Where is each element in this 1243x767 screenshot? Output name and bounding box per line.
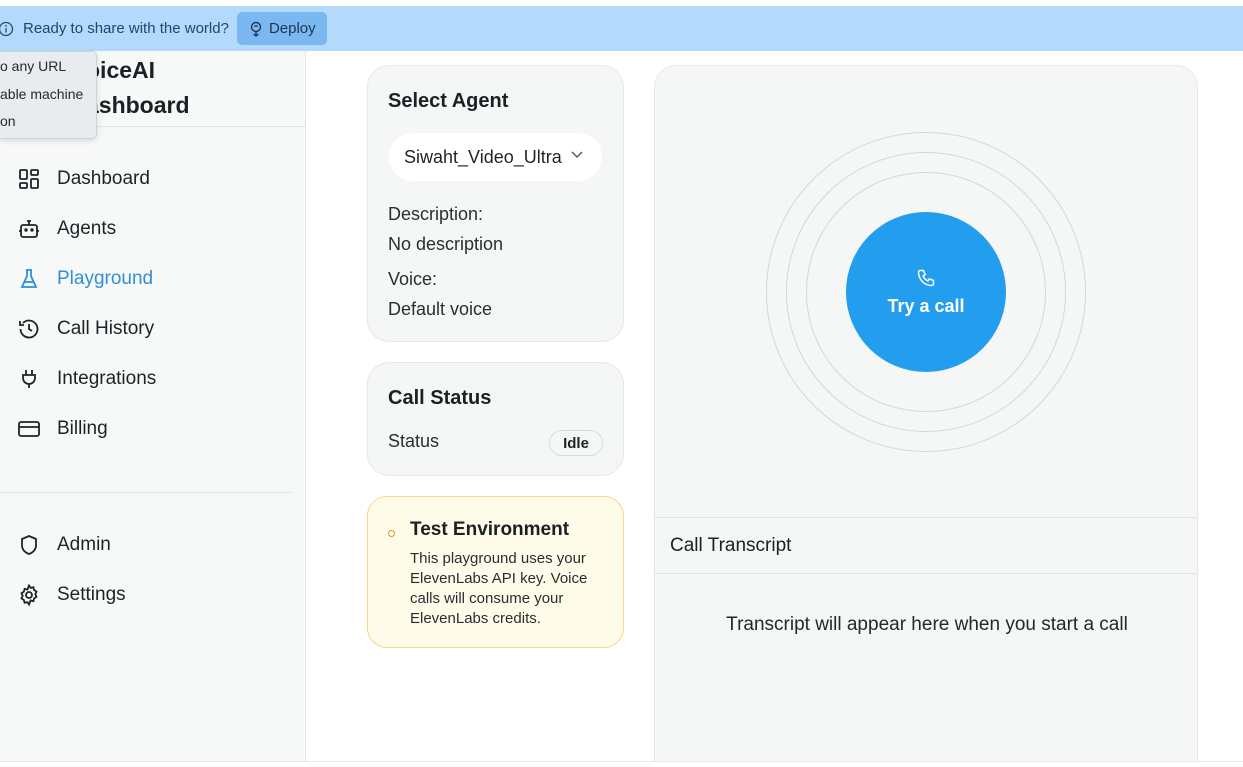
sidebar: oiceAI ashboard Dashboard Agents Playgro…	[0, 51, 306, 761]
try-call-label: Try a call	[887, 295, 965, 316]
sidebar-item-label: Billing	[57, 418, 108, 439]
call-status-card: Call Status Status Idle	[367, 362, 624, 476]
history-icon	[16, 316, 42, 342]
status-label: Status	[388, 431, 440, 451]
deploy-tooltip: o any URL able machine on	[0, 51, 97, 139]
sidebar-item-settings[interactable]: Settings	[16, 575, 286, 615]
voice-label: Voice:	[388, 269, 438, 289]
phone-icon	[917, 269, 935, 286]
select-agent-card: Select Agent Siwaht_Video_Ultra Descript…	[367, 65, 624, 342]
deploy-button[interactable]: Deploy	[236, 12, 327, 45]
chevron-down-icon	[571, 151, 583, 159]
sidebar-item-label: Integrations	[57, 368, 157, 389]
agent-select-value: Siwaht_Video_Ultra	[404, 146, 562, 167]
description-label: Description:	[388, 204, 484, 224]
credit-card-icon	[16, 416, 42, 442]
plug-icon	[16, 366, 42, 392]
sidebar-item-label: Agents	[57, 218, 117, 239]
tooltip-line: o any URL	[0, 58, 67, 74]
tooltip-line: able machine	[0, 86, 84, 102]
voice-value: Default voice	[388, 299, 493, 319]
test-environment-title: Test Environment	[410, 519, 570, 540]
bottom-strip	[0, 761, 1243, 767]
sidebar-item-admin[interactable]: Admin	[16, 525, 286, 565]
try-call-button[interactable]: Try a call	[846, 212, 1006, 372]
test-environment-body: This playground uses your ElevenLabs API…	[410, 550, 588, 627]
banner-message: Ready to share with the world?	[23, 20, 229, 37]
deploy-banner: Ready to share with the world? Deploy	[0, 6, 1243, 51]
sidebar-item-label: Dashboard	[57, 168, 150, 189]
deploy-icon	[250, 21, 262, 37]
status-badge: Idle	[549, 430, 603, 456]
sidebar-item-label: Settings	[57, 584, 126, 605]
dashboard-grid-icon	[16, 166, 42, 192]
call-panel: Try a call Call Transcript Transcript wi…	[654, 65, 1198, 765]
shield-icon	[16, 532, 42, 558]
sidebar-item-label: Call History	[57, 318, 155, 339]
tooltip-line: on	[0, 113, 16, 129]
sidebar-item-integrations[interactable]: Integrations	[16, 359, 286, 399]
gear-icon	[16, 582, 42, 608]
test-environment-card: Test Environment This playground uses yo…	[367, 496, 624, 648]
call-status-title: Call Status	[388, 387, 492, 409]
flask-icon	[16, 266, 42, 292]
robot-icon	[16, 216, 42, 242]
description-value: No description	[388, 234, 504, 254]
deploy-label: Deploy	[268, 20, 316, 37]
sidebar-item-label: Admin	[57, 534, 111, 555]
main-content: Select Agent Siwaht_Video_Ultra Descript…	[307, 51, 1243, 765]
sidebar-item-billing[interactable]: Billing	[16, 409, 286, 449]
sidebar-item-label: Playground	[57, 268, 154, 289]
brand-line-2: ashboard	[86, 92, 190, 118]
transcript-empty-message: Transcript will appear here when you sta…	[726, 614, 1128, 635]
sidebar-item-dashboard[interactable]: Dashboard	[16, 159, 286, 199]
info-icon	[0, 21, 14, 37]
agent-select[interactable]: Siwaht_Video_Ultra	[389, 133, 602, 181]
sidebar-item-agents[interactable]: Agents	[16, 209, 286, 249]
sidebar-item-call-history[interactable]: Call History	[16, 309, 286, 349]
select-agent-title: Select Agent	[388, 90, 509, 112]
info-dot-icon	[388, 530, 395, 537]
sidebar-divider	[0, 492, 291, 493]
call-transcript-header: Call Transcript	[655, 517, 1197, 574]
sidebar-item-playground[interactable]: Playground	[16, 259, 286, 299]
